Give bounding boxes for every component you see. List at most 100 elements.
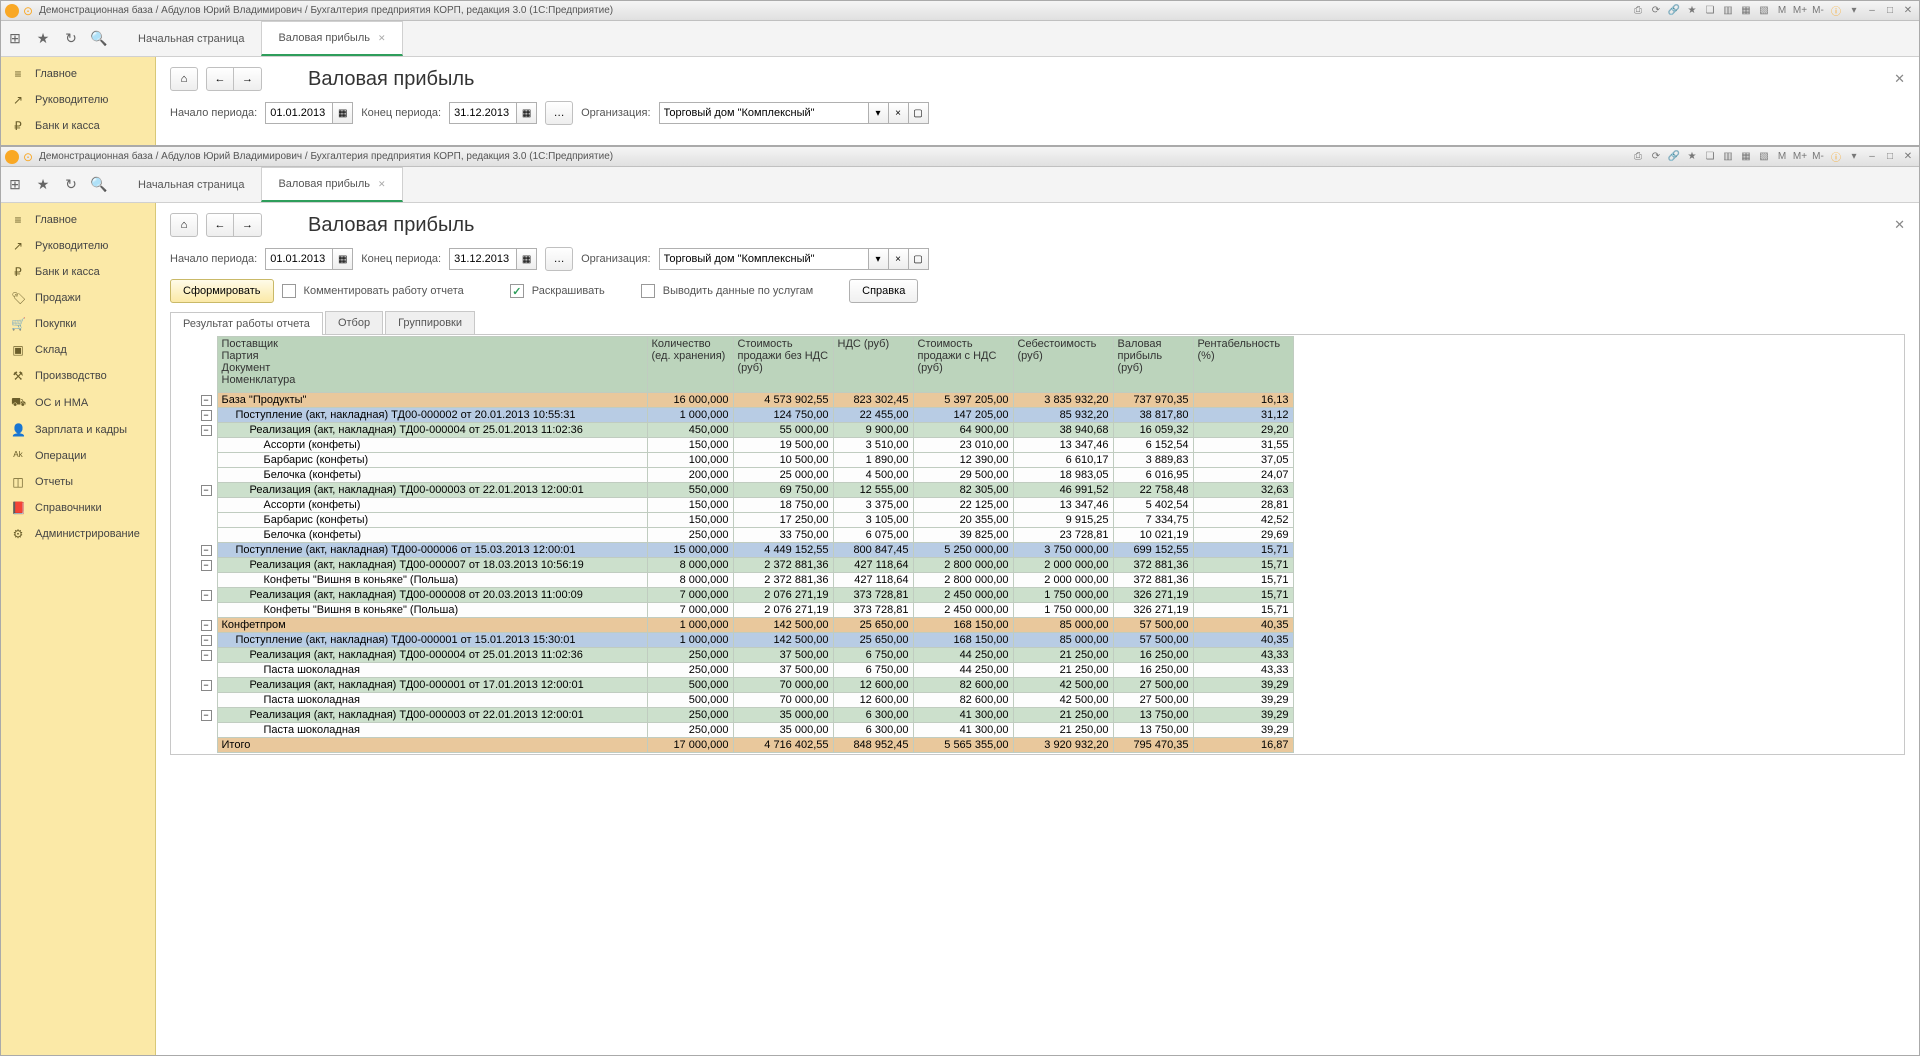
tab-report[interactable]: Валовая прибыль✕ xyxy=(261,21,402,56)
titlebar-icon[interactable]: ▦ xyxy=(1739,4,1753,18)
titlebar-icon[interactable]: ⎙ xyxy=(1631,150,1645,164)
table-row[interactable]: Конфеты "Вишня в коньяке" (Польша)7 000,… xyxy=(172,603,1903,618)
colorize-checkbox[interactable]: ✓ xyxy=(510,284,524,298)
titlebar-text[interactable]: M xyxy=(1775,150,1789,164)
table-row[interactable]: −Реализация (акт, накладная) ТД00-000003… xyxy=(172,483,1903,498)
minimize-icon[interactable]: – xyxy=(1865,4,1879,18)
minimize-icon[interactable]: – xyxy=(1865,150,1879,164)
table-row[interactable]: −Реализация (акт, накладная) ТД00-000001… xyxy=(172,678,1903,693)
table-row[interactable]: −Реализация (акт, накладная) ТД00-000003… xyxy=(172,708,1903,723)
history-icon[interactable]: ↻ xyxy=(57,167,85,202)
dropdown-icon[interactable]: ⊙ xyxy=(23,150,33,164)
home-button[interactable]: ⌂ xyxy=(170,67,198,91)
sidebar-item[interactable]: ≡Главное xyxy=(1,61,155,87)
search-icon[interactable]: 🔍 xyxy=(85,167,113,202)
history-icon[interactable]: ↻ xyxy=(57,21,85,56)
sidebar-item[interactable]: ⚙Администрирование xyxy=(1,521,155,547)
end-date-input[interactable] xyxy=(449,248,517,270)
table-row[interactable]: −Поступление (акт, накладная) ТД00-00000… xyxy=(172,408,1903,423)
dropdown-icon[interactable]: ▾ xyxy=(1847,150,1861,164)
home-button[interactable]: ⌂ xyxy=(170,213,198,237)
titlebar-icon[interactable]: ❏ xyxy=(1703,150,1717,164)
titlebar-icon[interactable]: ★ xyxy=(1685,4,1699,18)
info-icon[interactable]: ⓘ xyxy=(1829,150,1843,164)
apps-icon[interactable]: ⊞ xyxy=(1,167,29,202)
sidebar-item[interactable]: ⚒Производство xyxy=(1,363,155,389)
subtab-grouping[interactable]: Группировки xyxy=(385,311,475,334)
sidebar-item[interactable]: 🏷Продажи xyxy=(1,285,155,311)
table-row[interactable]: Белочка (конфеты)250,00033 750,006 075,0… xyxy=(172,528,1903,543)
subtab-filter[interactable]: Отбор xyxy=(325,311,383,334)
titlebar-icon[interactable]: ▥ xyxy=(1721,4,1735,18)
table-row[interactable]: −База "Продукты"16 000,0004 573 902,5582… xyxy=(172,393,1903,408)
collapse-icon[interactable]: − xyxy=(201,650,212,661)
sidebar-item[interactable]: 🛒Покупки xyxy=(1,311,155,337)
start-date-input[interactable] xyxy=(265,248,333,270)
back-button[interactable]: ← xyxy=(206,213,234,237)
info-icon[interactable]: ⓘ xyxy=(1829,4,1843,18)
titlebar-text[interactable]: M+ xyxy=(1793,150,1807,164)
dropdown-icon[interactable]: ▾ xyxy=(869,102,889,124)
titlebar-icon[interactable]: ▧ xyxy=(1757,150,1771,164)
apps-icon[interactable]: ⊞ xyxy=(1,21,29,56)
calendar-icon[interactable]: ▦ xyxy=(517,102,537,124)
sidebar-item[interactable]: ᴬᵏОперации xyxy=(1,443,155,469)
tab-report[interactable]: Валовая прибыль✕ xyxy=(261,167,402,202)
table-row[interactable]: −Конфетпром1 000,000142 500,0025 650,001… xyxy=(172,618,1903,633)
titlebar-icon[interactable]: 🔗 xyxy=(1667,150,1681,164)
maximize-icon[interactable]: □ xyxy=(1883,4,1897,18)
table-row[interactable]: −Реализация (акт, накладная) ТД00-000008… xyxy=(172,588,1903,603)
table-row[interactable]: −Поступление (акт, накладная) ТД00-00000… xyxy=(172,543,1903,558)
table-row[interactable]: Белочка (конфеты)200,00025 000,004 500,0… xyxy=(172,468,1903,483)
dropdown-icon[interactable]: ▾ xyxy=(869,248,889,270)
tab-start[interactable]: Начальная страница xyxy=(121,167,261,202)
end-date-input[interactable] xyxy=(449,102,517,124)
sidebar-item[interactable]: ₽Банк и касса xyxy=(1,259,155,285)
calendar-icon[interactable]: ▦ xyxy=(333,102,353,124)
sidebar-item[interactable]: ₽Банк и касса xyxy=(1,113,155,139)
back-button[interactable]: ← xyxy=(206,67,234,91)
period-button[interactable]: … xyxy=(545,247,573,271)
subtab-result[interactable]: Результат работы отчета xyxy=(170,312,323,335)
table-row[interactable]: Барбарис (конфеты)100,00010 500,001 890,… xyxy=(172,453,1903,468)
table-row[interactable]: Паста шоколадная500,00070 000,0012 600,0… xyxy=(172,693,1903,708)
titlebar-icon[interactable]: ▥ xyxy=(1721,150,1735,164)
sidebar-item[interactable]: ◫Отчеты xyxy=(1,469,155,495)
table-row[interactable]: Ассорти (конфеты)150,00019 500,003 510,0… xyxy=(172,438,1903,453)
table-row[interactable]: −Реализация (акт, накладная) ТД00-000004… xyxy=(172,423,1903,438)
tab-close-icon[interactable]: ✕ xyxy=(378,179,386,190)
dropdown-icon[interactable]: ⊙ xyxy=(23,4,33,18)
titlebar-text[interactable]: M- xyxy=(1811,4,1825,18)
collapse-icon[interactable]: − xyxy=(201,560,212,571)
titlebar-icon[interactable]: ★ xyxy=(1685,150,1699,164)
table-row[interactable]: Паста шоколадная250,00037 500,006 750,00… xyxy=(172,663,1903,678)
generate-button[interactable]: Сформировать xyxy=(170,279,274,303)
open-icon[interactable]: ▢ xyxy=(909,248,929,270)
collapse-icon[interactable]: − xyxy=(201,635,212,646)
open-icon[interactable]: ▢ xyxy=(909,102,929,124)
page-close-icon[interactable]: ✕ xyxy=(1894,71,1905,87)
page-close-icon[interactable]: ✕ xyxy=(1894,217,1905,233)
calendar-icon[interactable]: ▦ xyxy=(517,248,537,270)
org-input[interactable] xyxy=(659,102,869,124)
titlebar-icon[interactable]: ⎙ xyxy=(1631,4,1645,18)
comment-checkbox[interactable] xyxy=(282,284,296,298)
search-icon[interactable]: 🔍 xyxy=(85,21,113,56)
forward-button[interactable]: → xyxy=(234,213,262,237)
table-row[interactable]: Ассорти (конфеты)150,00018 750,003 375,0… xyxy=(172,498,1903,513)
tab-close-icon[interactable]: ✕ xyxy=(378,33,386,44)
titlebar-text[interactable]: M+ xyxy=(1793,4,1807,18)
collapse-icon[interactable]: − xyxy=(201,395,212,406)
sidebar-item[interactable]: ↗Руководителю xyxy=(1,87,155,113)
sidebar-item[interactable]: 👤Зарплата и кадры xyxy=(1,417,155,443)
collapse-icon[interactable]: − xyxy=(201,410,212,421)
collapse-icon[interactable]: − xyxy=(201,620,212,631)
table-row[interactable]: −Поступление (акт, накладная) ТД00-00000… xyxy=(172,633,1903,648)
sidebar-item[interactable]: ↗Руководителю xyxy=(1,233,155,259)
table-row[interactable]: −Реализация (акт, накладная) ТД00-000007… xyxy=(172,558,1903,573)
sidebar-item[interactable]: ▣Склад xyxy=(1,337,155,363)
collapse-icon[interactable]: − xyxy=(201,710,212,721)
titlebar-icon[interactable]: ▧ xyxy=(1757,4,1771,18)
collapse-icon[interactable]: − xyxy=(201,425,212,436)
favorite-icon[interactable]: ★ xyxy=(29,21,57,56)
